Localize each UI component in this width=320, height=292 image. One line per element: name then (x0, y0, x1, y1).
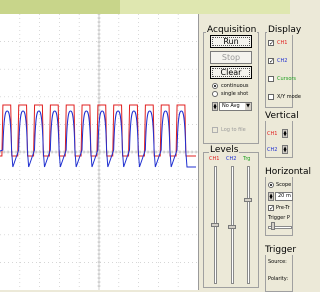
chevron-down-icon: ▼ (245, 103, 251, 110)
scope-label: Scope (276, 182, 292, 188)
averaging-select[interactable]: No Avg ▼ (219, 102, 252, 111)
stop-button[interactable]: Stop (210, 51, 252, 64)
scope-radio[interactable] (268, 182, 274, 188)
waveform-svg (0, 14, 198, 290)
xy-mode-label: X/Y mode (277, 94, 301, 100)
display-ch2-label: CH2 (277, 58, 288, 64)
vertical-ch2-spin[interactable]: ▲ ▼ (282, 145, 288, 154)
single-shot-radio[interactable] (212, 91, 218, 97)
vertical-title: Vertical (264, 111, 300, 121)
levels-ch2-thumb[interactable] (228, 225, 236, 229)
vertical-ch1-label: CH1 (267, 131, 278, 137)
display-ch1-checkbox[interactable]: ✓ (268, 40, 274, 47)
vertical-ch2-label: CH2 (267, 147, 278, 153)
continuous-label: continuous (221, 83, 249, 89)
oscilloscope-plot[interactable] (0, 14, 199, 290)
averaging-spin-button[interactable]: ▲ ▼ (212, 102, 218, 111)
averaging-value: No Avg (222, 103, 240, 109)
horizontal-title: Horizontal (264, 167, 312, 177)
trigger-position-label: Trigger P (268, 215, 290, 221)
acquisition-title: Acquisition (206, 25, 258, 35)
levels-ch1-label: CH1 (209, 156, 220, 162)
display-ch2-checkbox[interactable]: ✓ (268, 58, 274, 65)
levels-trg-thumb[interactable] (244, 198, 252, 202)
display-ch1-label: CH1 (277, 40, 288, 46)
log-to-file-checkbox[interactable] (212, 127, 218, 133)
trigger-source-label: Source: (268, 259, 287, 265)
levels-trg-label: Trg (243, 156, 251, 162)
run-button[interactable]: Run (210, 35, 252, 48)
xy-mode-checkbox[interactable] (268, 94, 274, 100)
cursors-checkbox[interactable] (268, 76, 274, 82)
display-title: Display (267, 25, 303, 35)
window-top-strip (0, 0, 290, 14)
trigger-title: Trigger (264, 245, 298, 255)
vertical-ch1-spin[interactable]: ▲ ▼ (282, 129, 288, 138)
levels-ch1-thumb[interactable] (211, 223, 219, 227)
trigger-polarity-label: Polarity: (268, 276, 289, 282)
trigger-position-thumb[interactable] (271, 222, 275, 230)
continuous-radio[interactable] (212, 83, 218, 89)
levels-ch2-label: CH2 (226, 156, 237, 162)
timebase-select[interactable]: 20 m (275, 192, 293, 201)
trigger-group (265, 252, 293, 292)
pretrigger-checkbox[interactable]: ✓ (268, 205, 274, 212)
pretrigger-label: Pre-Tr (276, 205, 290, 211)
timebase-spin[interactable]: ▲ ▼ (268, 192, 274, 201)
cursors-label: Cursors (277, 76, 297, 82)
window-top-strip-dark (0, 0, 120, 14)
levels-trg-slider[interactable] (247, 166, 250, 284)
levels-title: Levels (209, 145, 240, 155)
clear-button[interactable]: Clear (210, 66, 252, 79)
single-shot-label: single shot (221, 91, 249, 97)
log-to-file-label: Log to file (221, 127, 246, 133)
timebase-value: 20 m (278, 193, 291, 199)
